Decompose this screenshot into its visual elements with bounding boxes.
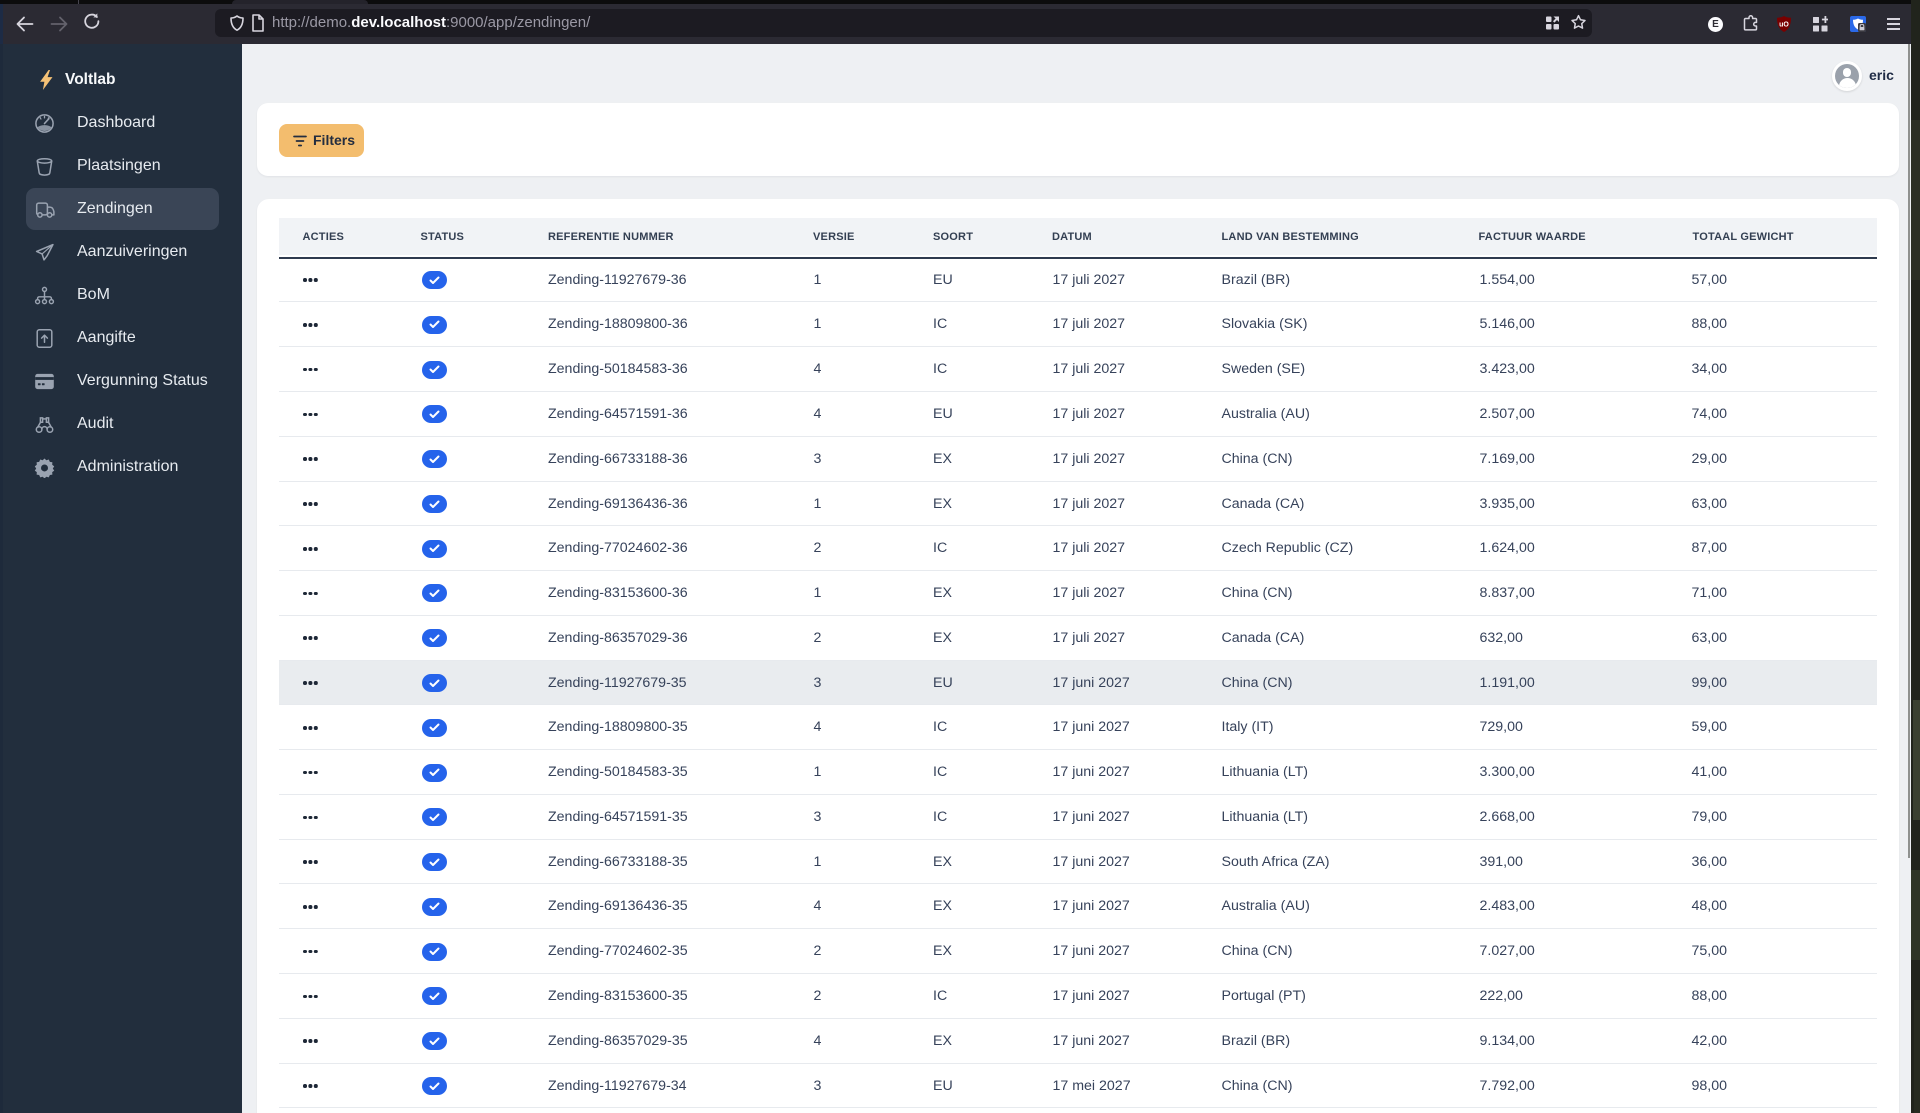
svg-text:uO: uO [1779, 22, 1789, 29]
